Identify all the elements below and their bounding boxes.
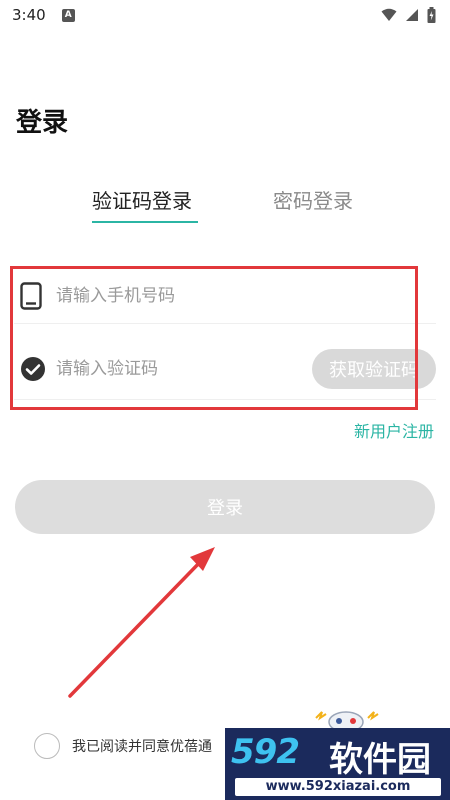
watermark-logo: 592 软件园 www.592xiazai.com <box>225 728 450 800</box>
status-time: 3:40 <box>12 6 46 24</box>
phone-row <box>14 268 436 324</box>
active-tab-indicator <box>92 221 198 223</box>
watermark-brand-text: 软件园 <box>329 740 431 780</box>
phone-icon <box>14 281 50 310</box>
battery-icon <box>427 7 436 23</box>
check-circle-icon <box>14 356 50 382</box>
agreement-row: 我已阅读并同意优蓓通 <box>34 733 212 759</box>
watermark-brand-number: 592 <box>231 732 300 772</box>
code-row: 获取验证码 <box>14 338 436 400</box>
register-link[interactable]: 新用户注册 <box>354 418 434 442</box>
tab-password-login[interactable]: 密码登录 <box>273 186 353 216</box>
wifi-icon <box>381 8 397 21</box>
watermark-url: www.592xiazai.com <box>235 778 441 796</box>
status-bar: 3:40 A <box>0 0 450 30</box>
login-button[interactable]: 登录 <box>15 480 435 534</box>
status-icons <box>381 7 436 23</box>
code-input[interactable] <box>56 358 296 379</box>
get-code-button[interactable]: 获取验证码 <box>312 348 436 389</box>
signal-icon <box>406 9 418 21</box>
tab-sms-login[interactable]: 验证码登录 <box>92 186 192 216</box>
login-tabs: 验证码登录 密码登录 <box>0 186 450 226</box>
notification-icon: A <box>61 8 75 22</box>
page-title: 登录 <box>16 108 69 138</box>
phone-input[interactable] <box>56 285 296 306</box>
agreement-checkbox[interactable] <box>34 733 60 759</box>
agreement-text[interactable]: 我已阅读并同意优蓓通 <box>72 736 212 756</box>
